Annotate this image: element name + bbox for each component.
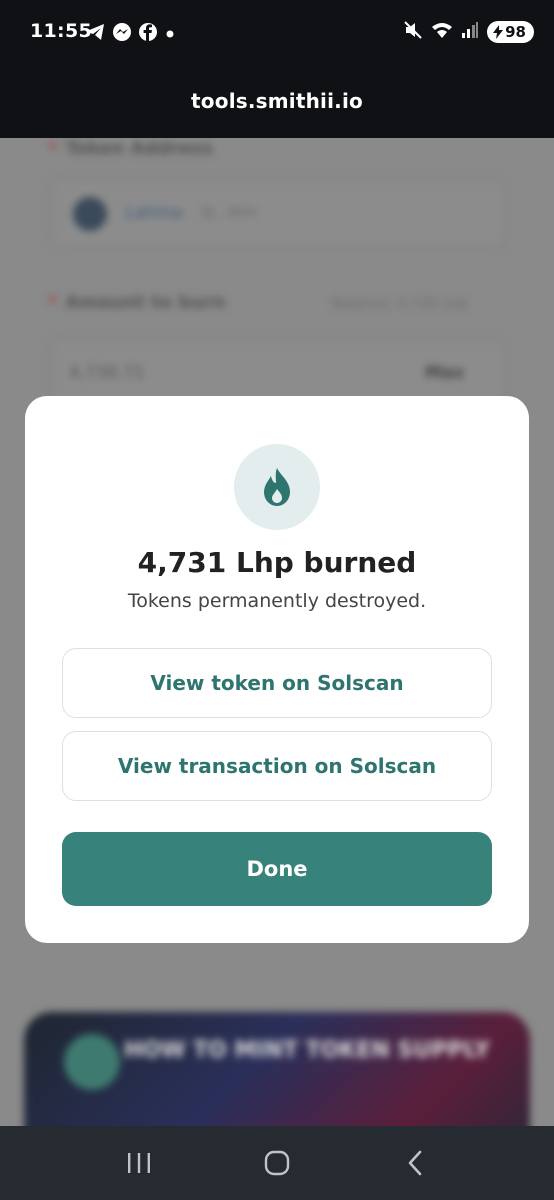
status-time: 11:55 [30, 20, 92, 42]
tutorial-video[interactable]: HOW TO MINT TOKEN SUPPLY [24, 1012, 530, 1126]
battery-indicator: 98 [487, 21, 534, 43]
back-icon [408, 1150, 422, 1176]
flame-icon-badge [234, 444, 320, 530]
system-status: 98 [403, 20, 534, 44]
facebook-icon [138, 22, 158, 46]
system-nav-bar [0, 1126, 554, 1200]
amount-value: 4,730.71 [69, 363, 145, 383]
battery-charging-icon [493, 25, 504, 39]
url-text[interactable]: tools.smithii.io [191, 89, 363, 113]
home-button[interactable] [247, 1133, 307, 1193]
signal-icon [461, 21, 479, 43]
view-token-button[interactable]: View token on Solscan [62, 648, 492, 718]
video-title: HOW TO MINT TOKEN SUPPLY [124, 1038, 490, 1063]
video-channel-logo [64, 1034, 120, 1090]
dot-icon [164, 25, 176, 44]
back-button[interactable] [385, 1133, 445, 1193]
notification-icons [86, 22, 176, 46]
recent-apps-icon [128, 1153, 150, 1173]
token-logo [73, 197, 107, 231]
home-icon [264, 1150, 290, 1176]
wifi-icon [431, 20, 453, 44]
battery-level: 98 [505, 23, 526, 41]
modal-subtitle: Tokens permanently destroyed. [127, 590, 427, 612]
token-address-label: * Token Address [48, 138, 213, 159]
status-bar: 11:55 98 [0, 0, 554, 64]
max-button[interactable]: Max [425, 363, 464, 383]
balance-text: Balance: 4,730 Lhp [332, 296, 468, 312]
burn-success-modal: 4,731 Lhp burned Tokens permanently dest… [25, 396, 529, 943]
mute-icon [403, 20, 423, 44]
recent-apps-button[interactable] [109, 1133, 169, 1193]
token-name: Lahma [125, 203, 183, 223]
done-button[interactable]: Done [62, 832, 492, 906]
messenger-icon [112, 22, 132, 46]
telegram-icon [86, 23, 106, 45]
flame-icon [264, 468, 290, 506]
view-transaction-button[interactable]: View transaction on Solscan [62, 731, 492, 801]
token-select[interactable]: Lahma 9J...WHr [50, 178, 506, 248]
amount-label: * Amount to burn [48, 292, 226, 313]
browser-url-bar[interactable]: tools.smithii.io [0, 64, 554, 138]
token-short-address: 9J...WHr [201, 205, 258, 221]
modal-title: 4,731 Lhp burned [137, 546, 417, 579]
